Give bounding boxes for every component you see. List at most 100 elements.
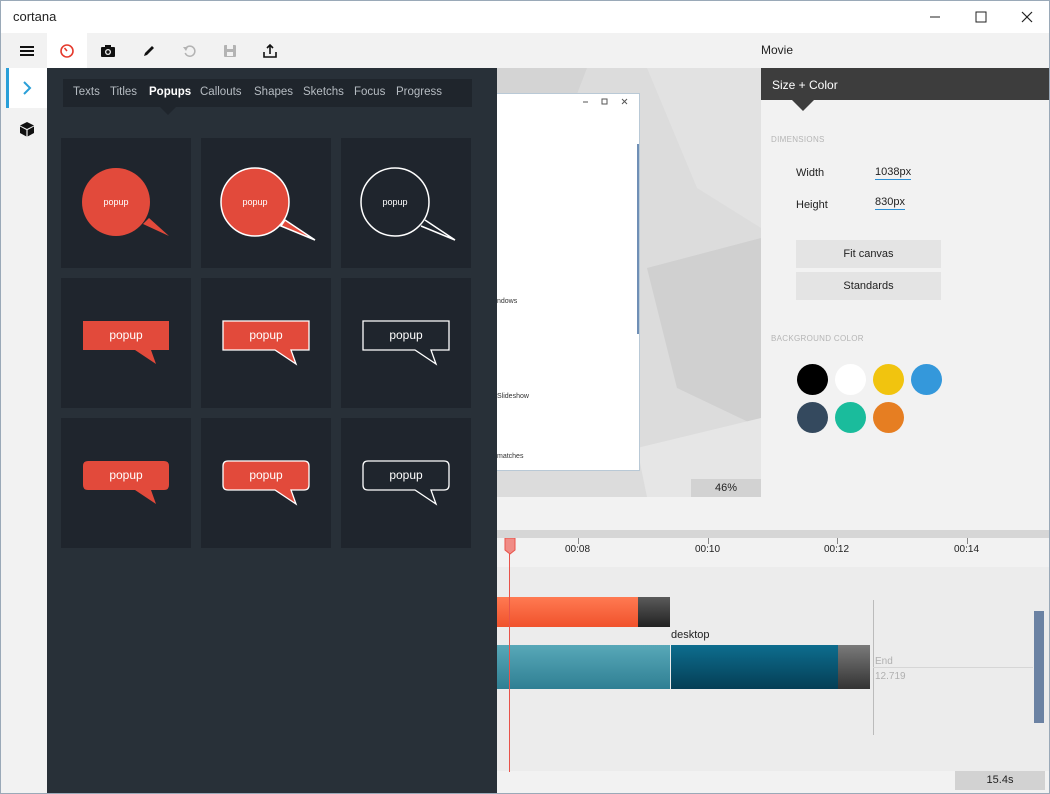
popup-preview-label: popup — [382, 197, 407, 207]
record-timer-icon — [60, 43, 74, 58]
preview-text: matches — [497, 453, 524, 460]
tab-sketchs[interactable]: Sketchs — [303, 86, 344, 98]
fit-canvas-button[interactable]: Fit canvas — [796, 240, 941, 268]
close-icon — [1021, 11, 1033, 23]
screenshot-button[interactable] — [88, 33, 128, 68]
color-swatch-white[interactable] — [835, 364, 866, 395]
left-rail — [1, 68, 47, 793]
popup-tile-round-filled[interactable]: popup — [61, 138, 191, 268]
popup-tile-rounded-filled[interactable]: popup — [61, 418, 191, 548]
zoom-level[interactable]: 46% — [691, 479, 761, 497]
color-swatch-teal[interactable] — [835, 402, 866, 433]
element-tabs: Texts Titles Popups Callouts Shapes Sket… — [63, 79, 472, 107]
record-button[interactable] — [47, 33, 87, 68]
color-swatch-blue[interactable] — [911, 364, 942, 395]
panel-header-pointer — [792, 100, 814, 111]
document-title: Movie — [761, 43, 794, 57]
tab-shapes[interactable]: Shapes — [254, 86, 293, 98]
history-icon — [183, 44, 196, 57]
menu-button[interactable] — [7, 33, 47, 68]
rounded-callout-filled-icon: popup — [83, 461, 169, 504]
timeline-clip[interactable] — [496, 645, 670, 689]
round-bubble-filled-outlined-icon: popup — [220, 167, 316, 241]
color-swatch-orange[interactable] — [873, 402, 904, 433]
timeline-clip-desktop[interactable] — [671, 645, 838, 689]
preview-window-controls — [583, 98, 628, 105]
minimize-button[interactable] — [912, 1, 958, 33]
color-swatch-yellow[interactable] — [873, 364, 904, 395]
tick-label: 00:14 — [954, 544, 980, 555]
clip-trim-handle[interactable] — [638, 597, 670, 627]
maximize-icon — [975, 11, 987, 23]
hamburger-icon — [20, 45, 34, 56]
popup-tile-round-filled-outlined[interactable]: popup — [201, 138, 331, 268]
canvas-area[interactable]: ndows Slideshow matches 46% — [497, 68, 761, 497]
popup-preview-label: popup — [103, 197, 128, 207]
color-swatch-black[interactable] — [797, 364, 828, 395]
playhead-line — [509, 542, 510, 772]
close-button[interactable] — [1004, 1, 1049, 33]
tab-progress[interactable]: Progress — [396, 86, 442, 98]
share-upload-icon — [263, 43, 277, 58]
timeline-clip-overlay[interactable] — [496, 597, 638, 627]
height-label: Height — [796, 199, 828, 211]
popups-panel: Texts Titles Popups Callouts Shapes Sket… — [47, 68, 497, 793]
tick-label: 00:12 — [824, 544, 850, 555]
rect-callout-filled-outlined-icon: popup — [222, 320, 310, 366]
camera-icon — [101, 44, 115, 57]
popup-tile-rounded-filled-outlined[interactable]: popup — [201, 418, 331, 548]
tab-titles[interactable]: Titles — [110, 86, 137, 98]
popup-tile-rect-filled-outlined[interactable]: popup — [201, 278, 331, 408]
color-swatch-navy[interactable] — [797, 402, 828, 433]
panel-title: Size + Color — [772, 78, 838, 92]
rect-callout-outline-icon: popup — [362, 320, 450, 366]
clip-label: desktop — [671, 629, 710, 641]
preview-scrollbar — [637, 144, 639, 334]
popup-preview-label: popup — [389, 328, 423, 342]
save-icon — [224, 44, 236, 57]
popup-tile-round-outline[interactable]: popup — [341, 138, 471, 268]
cube-icon — [20, 122, 34, 137]
round-bubble-filled-icon: popup — [82, 168, 169, 236]
height-field[interactable]: 830px — [875, 196, 905, 210]
size-color-panel: Size + Color DIMENSIONS Width 1038px Hei… — [761, 68, 1049, 497]
tick-label: 00:08 — [565, 544, 591, 555]
popup-tile-rect-outline[interactable]: popup — [341, 278, 471, 408]
pencil-icon — [144, 45, 154, 56]
width-field[interactable]: 1038px — [875, 166, 912, 180]
minimize-icon — [930, 16, 940, 18]
preview-text: ndows — [497, 298, 518, 305]
timeline-scrollbar[interactable] — [1034, 611, 1044, 723]
popup-preview-label: popup — [109, 328, 143, 342]
width-label: Width — [796, 167, 825, 179]
popup-preview-label: popup — [389, 468, 423, 482]
window-title: cortana — [13, 9, 57, 24]
chevron-right-icon — [23, 81, 32, 95]
rail-item-objects[interactable] — [1, 113, 47, 145]
preview-window[interactable]: ndows Slideshow matches — [497, 93, 640, 471]
rect-callout-filled-icon: popup — [83, 321, 169, 364]
rounded-callout-filled-outlined-icon: popup — [222, 460, 310, 506]
title-bar: cortana — [1, 1, 1049, 33]
round-bubble-outline-icon: popup — [360, 167, 456, 241]
edit-button[interactable] — [129, 33, 169, 68]
tab-texts[interactable]: Texts — [73, 86, 100, 98]
popup-tile-rect-filled[interactable]: popup — [61, 278, 191, 408]
save-button[interactable] — [210, 33, 250, 68]
end-marker-label: End 12.719 — [875, 654, 906, 684]
clip-trim-handle[interactable] — [838, 645, 870, 689]
popup-tile-rounded-outline[interactable]: popup — [341, 418, 471, 548]
toolbar: Movie — [1, 33, 1049, 68]
export-button[interactable] — [250, 33, 290, 68]
rounded-callout-outline-icon: popup — [362, 460, 450, 506]
rail-item-expand[interactable] — [6, 68, 47, 108]
tab-popups[interactable]: Popups — [149, 86, 191, 98]
maximize-button[interactable] — [958, 1, 1004, 33]
revert-button[interactable] — [170, 33, 210, 68]
popup-preview-label: popup — [242, 197, 267, 207]
playhead-handle[interactable] — [504, 538, 516, 555]
tab-focus[interactable]: Focus — [354, 86, 385, 98]
popup-preview-label: popup — [109, 468, 143, 482]
tab-callouts[interactable]: Callouts — [200, 86, 242, 98]
standards-button[interactable]: Standards — [796, 272, 941, 300]
